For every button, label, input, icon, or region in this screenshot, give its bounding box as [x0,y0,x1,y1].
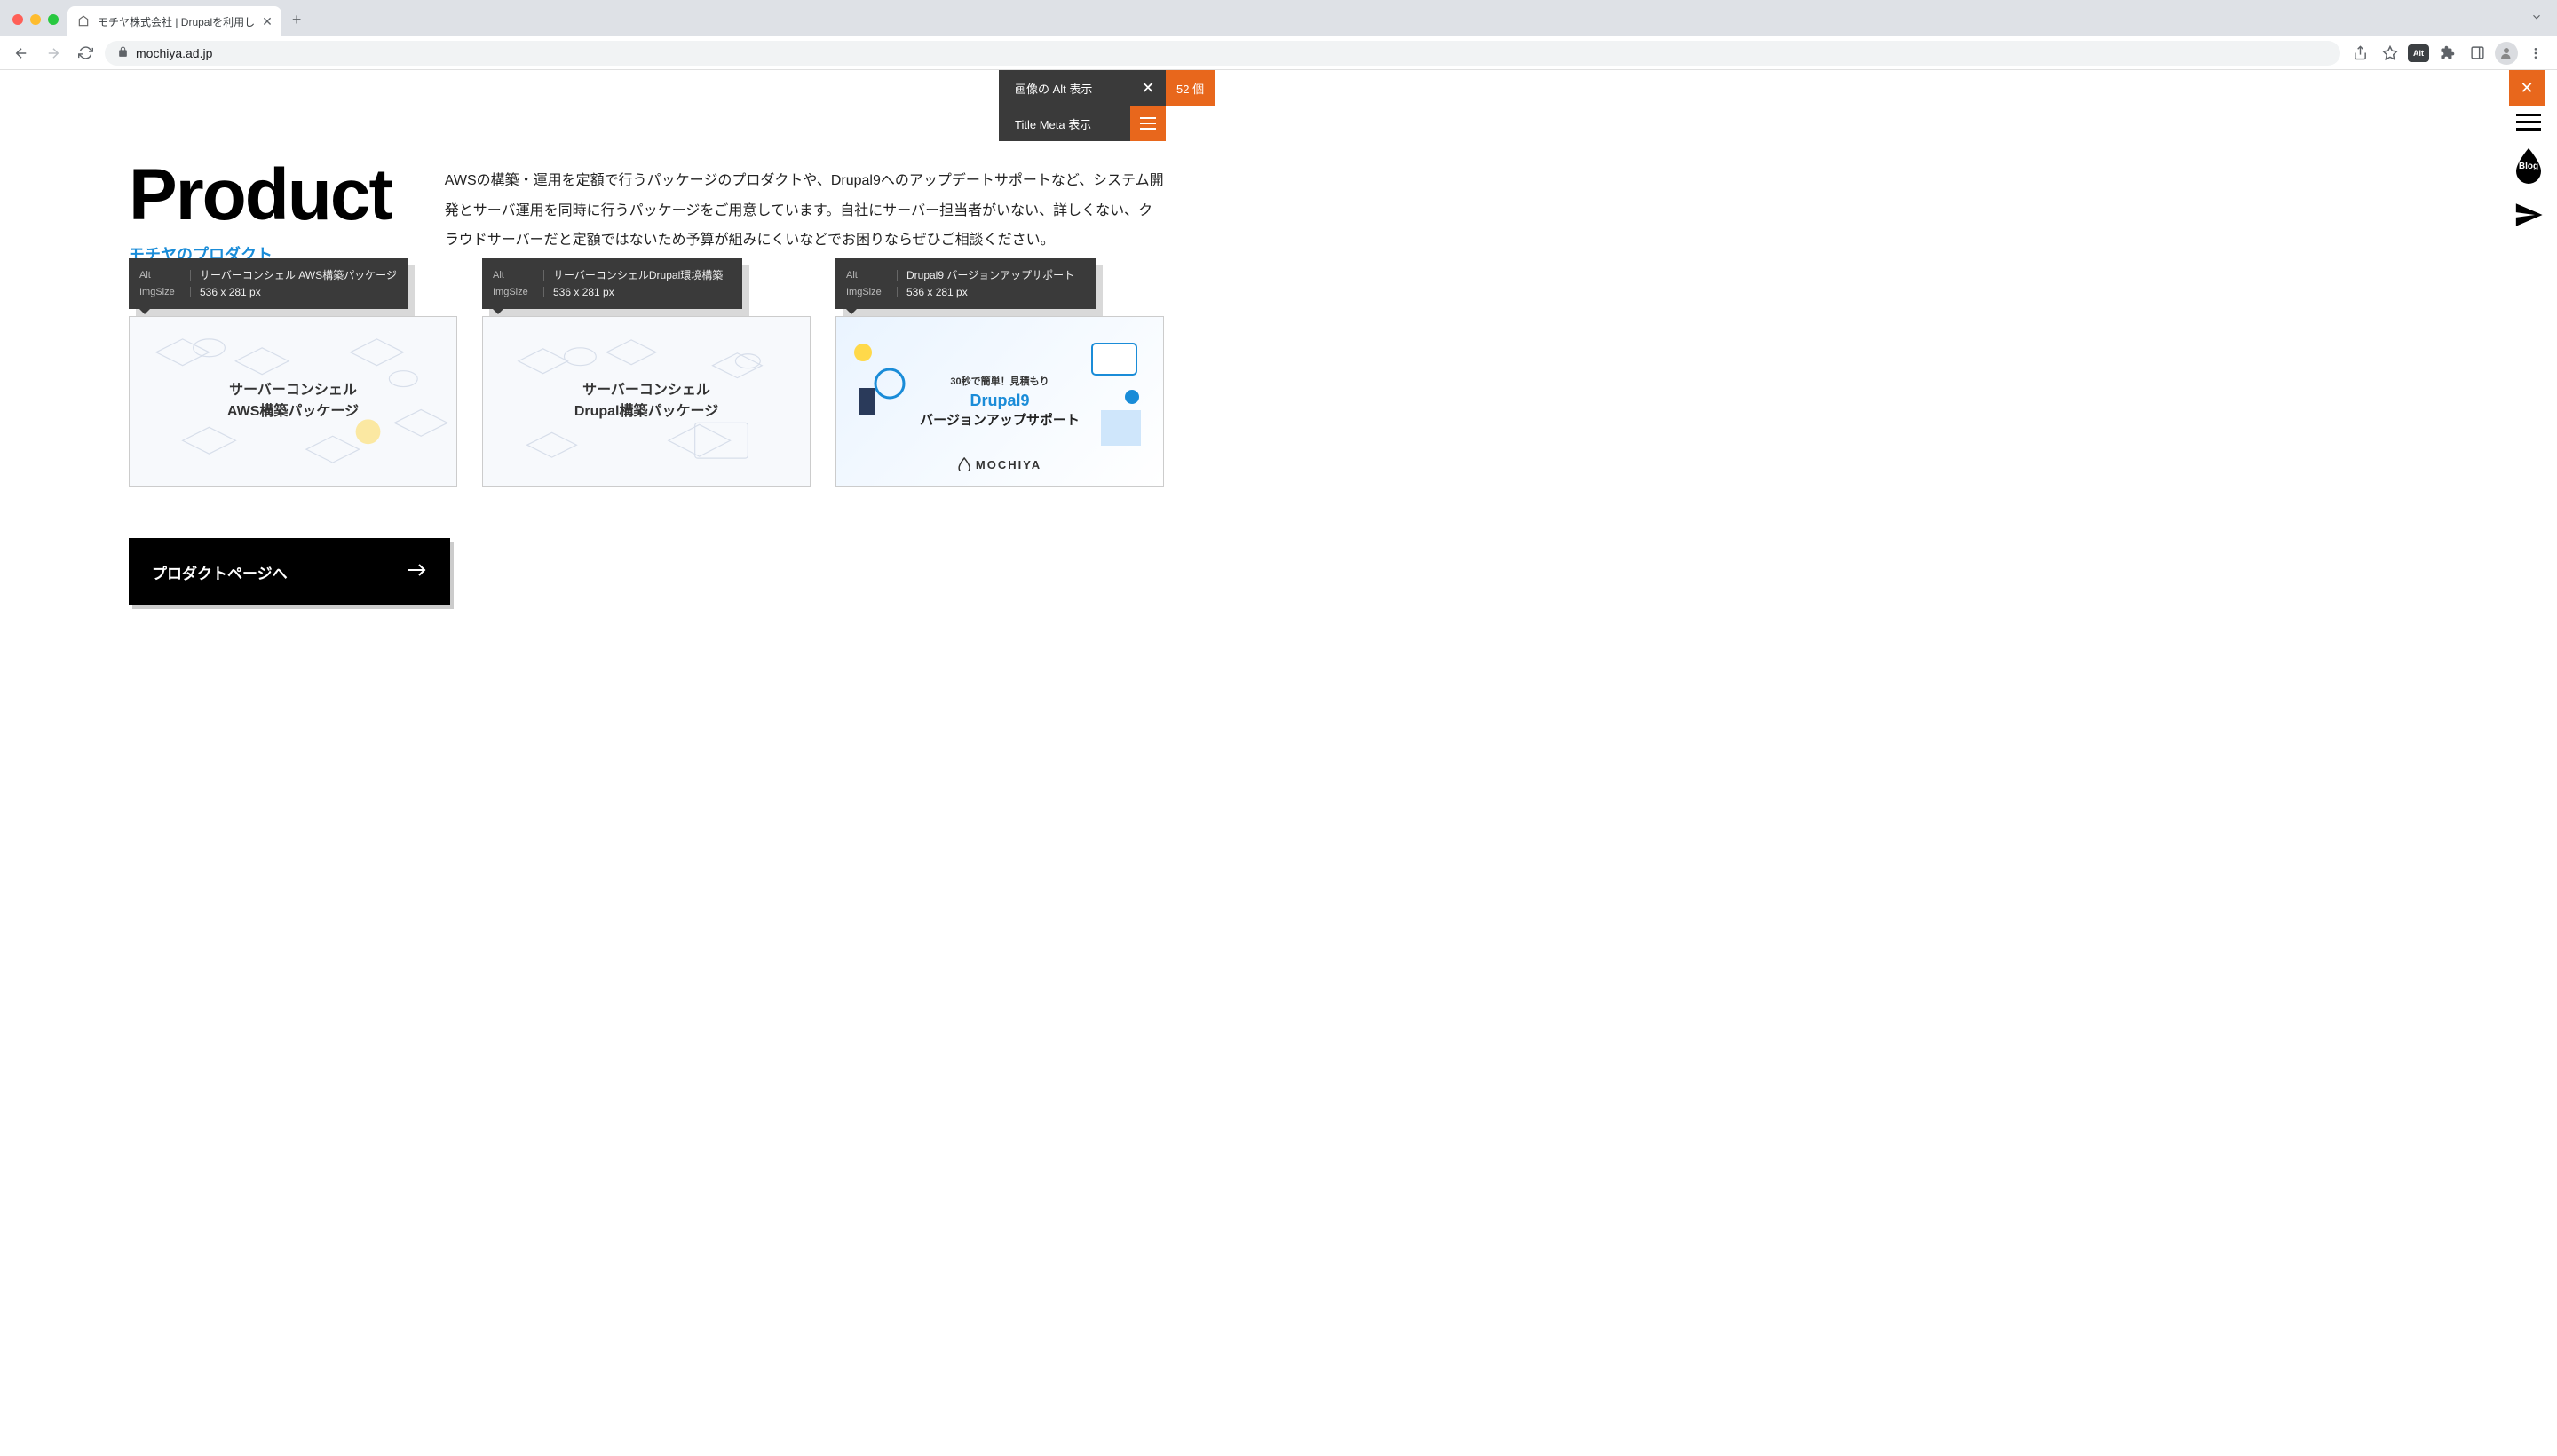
lock-icon [117,46,129,60]
alt-extension-icon[interactable]: Alt [2408,44,2429,62]
site-menu-button[interactable] [2516,114,2541,131]
menu-icon[interactable] [2523,41,2548,66]
blog-label: Blog [2519,162,2538,171]
card-badge: 30秒で簡単！見積もり [920,374,1080,388]
address-bar[interactable]: mochiya.ad.jp [105,41,2340,66]
bookmark-icon[interactable] [2378,41,2403,66]
reload-button[interactable] [73,41,98,66]
window-close-button[interactable] [12,14,23,25]
arrow-right-icon [408,563,427,582]
sidepanel-icon[interactable] [2465,41,2490,66]
blog-button[interactable]: Blog [2513,146,2545,184]
extensions-icon[interactable] [2434,41,2459,66]
browser-tab[interactable]: モチヤ株式会社 | Drupalを利用し ✕ [67,6,281,36]
new-tab-button[interactable]: + [281,11,313,36]
card-img-line1: サーバーコンシェル [227,380,359,401]
browser-tab-strip: モチヤ株式会社 | Drupalを利用し ✕ + [0,0,2557,36]
product-page-link[interactable]: プロダクトページへ [129,538,450,605]
window-maximize-button[interactable] [48,14,59,25]
product-card[interactable]: Altサーバーコンシェル AWS構築パッケージ ImgSize536 x 281… [129,258,457,487]
card-img-line2: AWS構築パッケージ [227,401,359,423]
ext-title-meta-button[interactable] [1130,106,1166,141]
share-icon[interactable] [2347,41,2372,66]
hero-description: AWSの構築・運用を定額で行うパッケージのプロダクトや、Drupal9へのアップ… [445,166,1164,256]
forward-button[interactable] [41,41,66,66]
tab-close-icon[interactable]: ✕ [262,14,273,29]
ext-count-badge: 52 個 [1166,70,1215,106]
back-button[interactable] [9,41,34,66]
ext-alt-display-label: 画像の Alt 表示 [999,70,1130,106]
browser-toolbar: mochiya.ad.jp Alt [0,36,2557,70]
profile-avatar[interactable] [2495,42,2518,65]
product-image: サーバーコンシェル AWS構築パッケージ [129,316,457,487]
tab-title: モチヤ株式会社 | Drupalを利用し [98,14,255,29]
alt-info-tooltip: AltサーバーコンシェルDrupal環境構築 ImgSize536 x 281 … [482,258,742,309]
product-image: 30秒で簡単！見積もり Drupal9 バージョンアップサポート MOCHIYA [835,316,1164,487]
page-content: Product モチヤのプロダクト AWSの構築・運用を定額で行うパッケージのプ… [0,70,1293,659]
contact-button[interactable] [2513,200,2544,234]
product-card[interactable]: AltサーバーコンシェルDrupal環境構築 ImgSize536 x 281 … [482,258,811,487]
brand-logo: MOCHIYA [958,457,1041,471]
card-img-line1: サーバーコンシェル [574,380,718,401]
ext-alt-close-button[interactable]: ✕ [1130,70,1166,106]
ext-panel-close-button[interactable]: ✕ [2509,70,2545,106]
hero-section: Product モチヤのプロダクト AWSの構築・運用を定額で行うパッケージのプ… [129,159,1164,265]
tabs-dropdown-icon[interactable] [2516,11,2557,36]
tab-favicon-icon [76,14,91,28]
alt-info-tooltip: AltDrupal9 バージョンアップサポート ImgSize536 x 281… [835,258,1096,309]
card-img-line2: Drupal構築パッケージ [574,401,718,423]
card-title-1: Drupal9 [920,392,1080,410]
card-title-2: バージョンアップサポート [920,410,1080,429]
alt-extension-panel: 画像の Alt 表示 ✕ 52 個 Title Meta 表示 [999,70,1215,141]
product-cards: Altサーバーコンシェル AWS構築パッケージ ImgSize536 x 281… [129,258,1164,487]
url-text: mochiya.ad.jp [136,46,212,60]
alt-info-tooltip: Altサーバーコンシェル AWS構築パッケージ ImgSize536 x 281… [129,258,408,309]
cta-label: プロダクトページへ [152,561,288,583]
window-controls [9,14,67,36]
window-minimize-button[interactable] [30,14,41,25]
ext-title-meta-label: Title Meta 表示 [999,106,1130,141]
product-card[interactable]: AltDrupal9 バージョンアップサポート ImgSize536 x 281… [835,258,1164,487]
product-image: サーバーコンシェル Drupal構築パッケージ [482,316,811,487]
toolbar-actions: Alt [2347,41,2548,66]
page-title: Product [129,159,392,232]
